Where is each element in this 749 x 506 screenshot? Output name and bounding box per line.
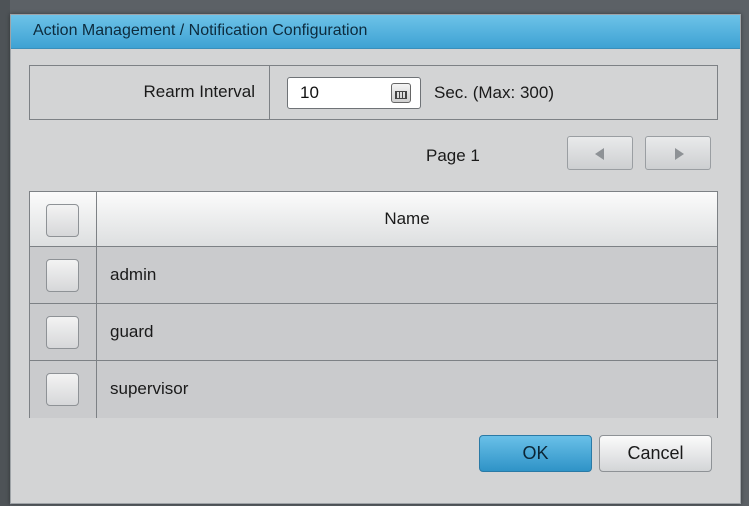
- cancel-button[interactable]: Cancel: [599, 435, 712, 472]
- row-name: admin: [110, 265, 157, 284]
- notification-config-dialog: Action Management / Notification Configu…: [10, 14, 741, 504]
- rearm-interval-label: Rearm Interval: [143, 82, 255, 101]
- rearm-interval-value: 10: [300, 83, 319, 102]
- keyboard-icon[interactable]: [391, 83, 411, 103]
- background-panel: [0, 0, 10, 506]
- ok-button[interactable]: OK: [479, 435, 592, 472]
- page-indicator: Page 1: [426, 146, 480, 165]
- left-arrow-icon: [595, 148, 604, 160]
- dialog-title: Action Management / Notification Configu…: [33, 22, 368, 39]
- row-checkbox-cell: [30, 361, 97, 418]
- rearm-label-cell: Rearm Interval: [30, 66, 270, 119]
- select-all-checkbox[interactable]: [46, 204, 79, 237]
- dialog-titlebar: Action Management / Notification Configu…: [11, 15, 740, 49]
- keyboard-keys-glyph: [395, 91, 407, 99]
- right-arrow-icon: [675, 148, 684, 160]
- user-table: Name admin guard supervisor: [29, 191, 718, 418]
- row-checkbox[interactable]: [46, 316, 79, 349]
- rearm-interval-row: Rearm Interval 10 Sec. (Max: 300): [29, 65, 718, 120]
- row-checkbox[interactable]: [46, 259, 79, 292]
- row-checkbox-cell: [30, 304, 97, 360]
- table-row[interactable]: guard: [30, 304, 717, 361]
- next-page-button[interactable]: [645, 136, 711, 170]
- header-checkbox-cell: [30, 192, 97, 246]
- table-row[interactable]: supervisor: [30, 361, 717, 418]
- table-row[interactable]: admin: [30, 247, 717, 304]
- table-header: Name: [30, 192, 717, 247]
- row-checkbox-cell: [30, 247, 97, 303]
- row-name: supervisor: [110, 379, 189, 398]
- column-header-name[interactable]: Name: [97, 209, 717, 229]
- previous-page-button[interactable]: [567, 136, 633, 170]
- row-name: guard: [110, 322, 154, 341]
- row-checkbox[interactable]: [46, 373, 79, 406]
- rearm-interval-unit: Sec. (Max: 300): [434, 83, 554, 102]
